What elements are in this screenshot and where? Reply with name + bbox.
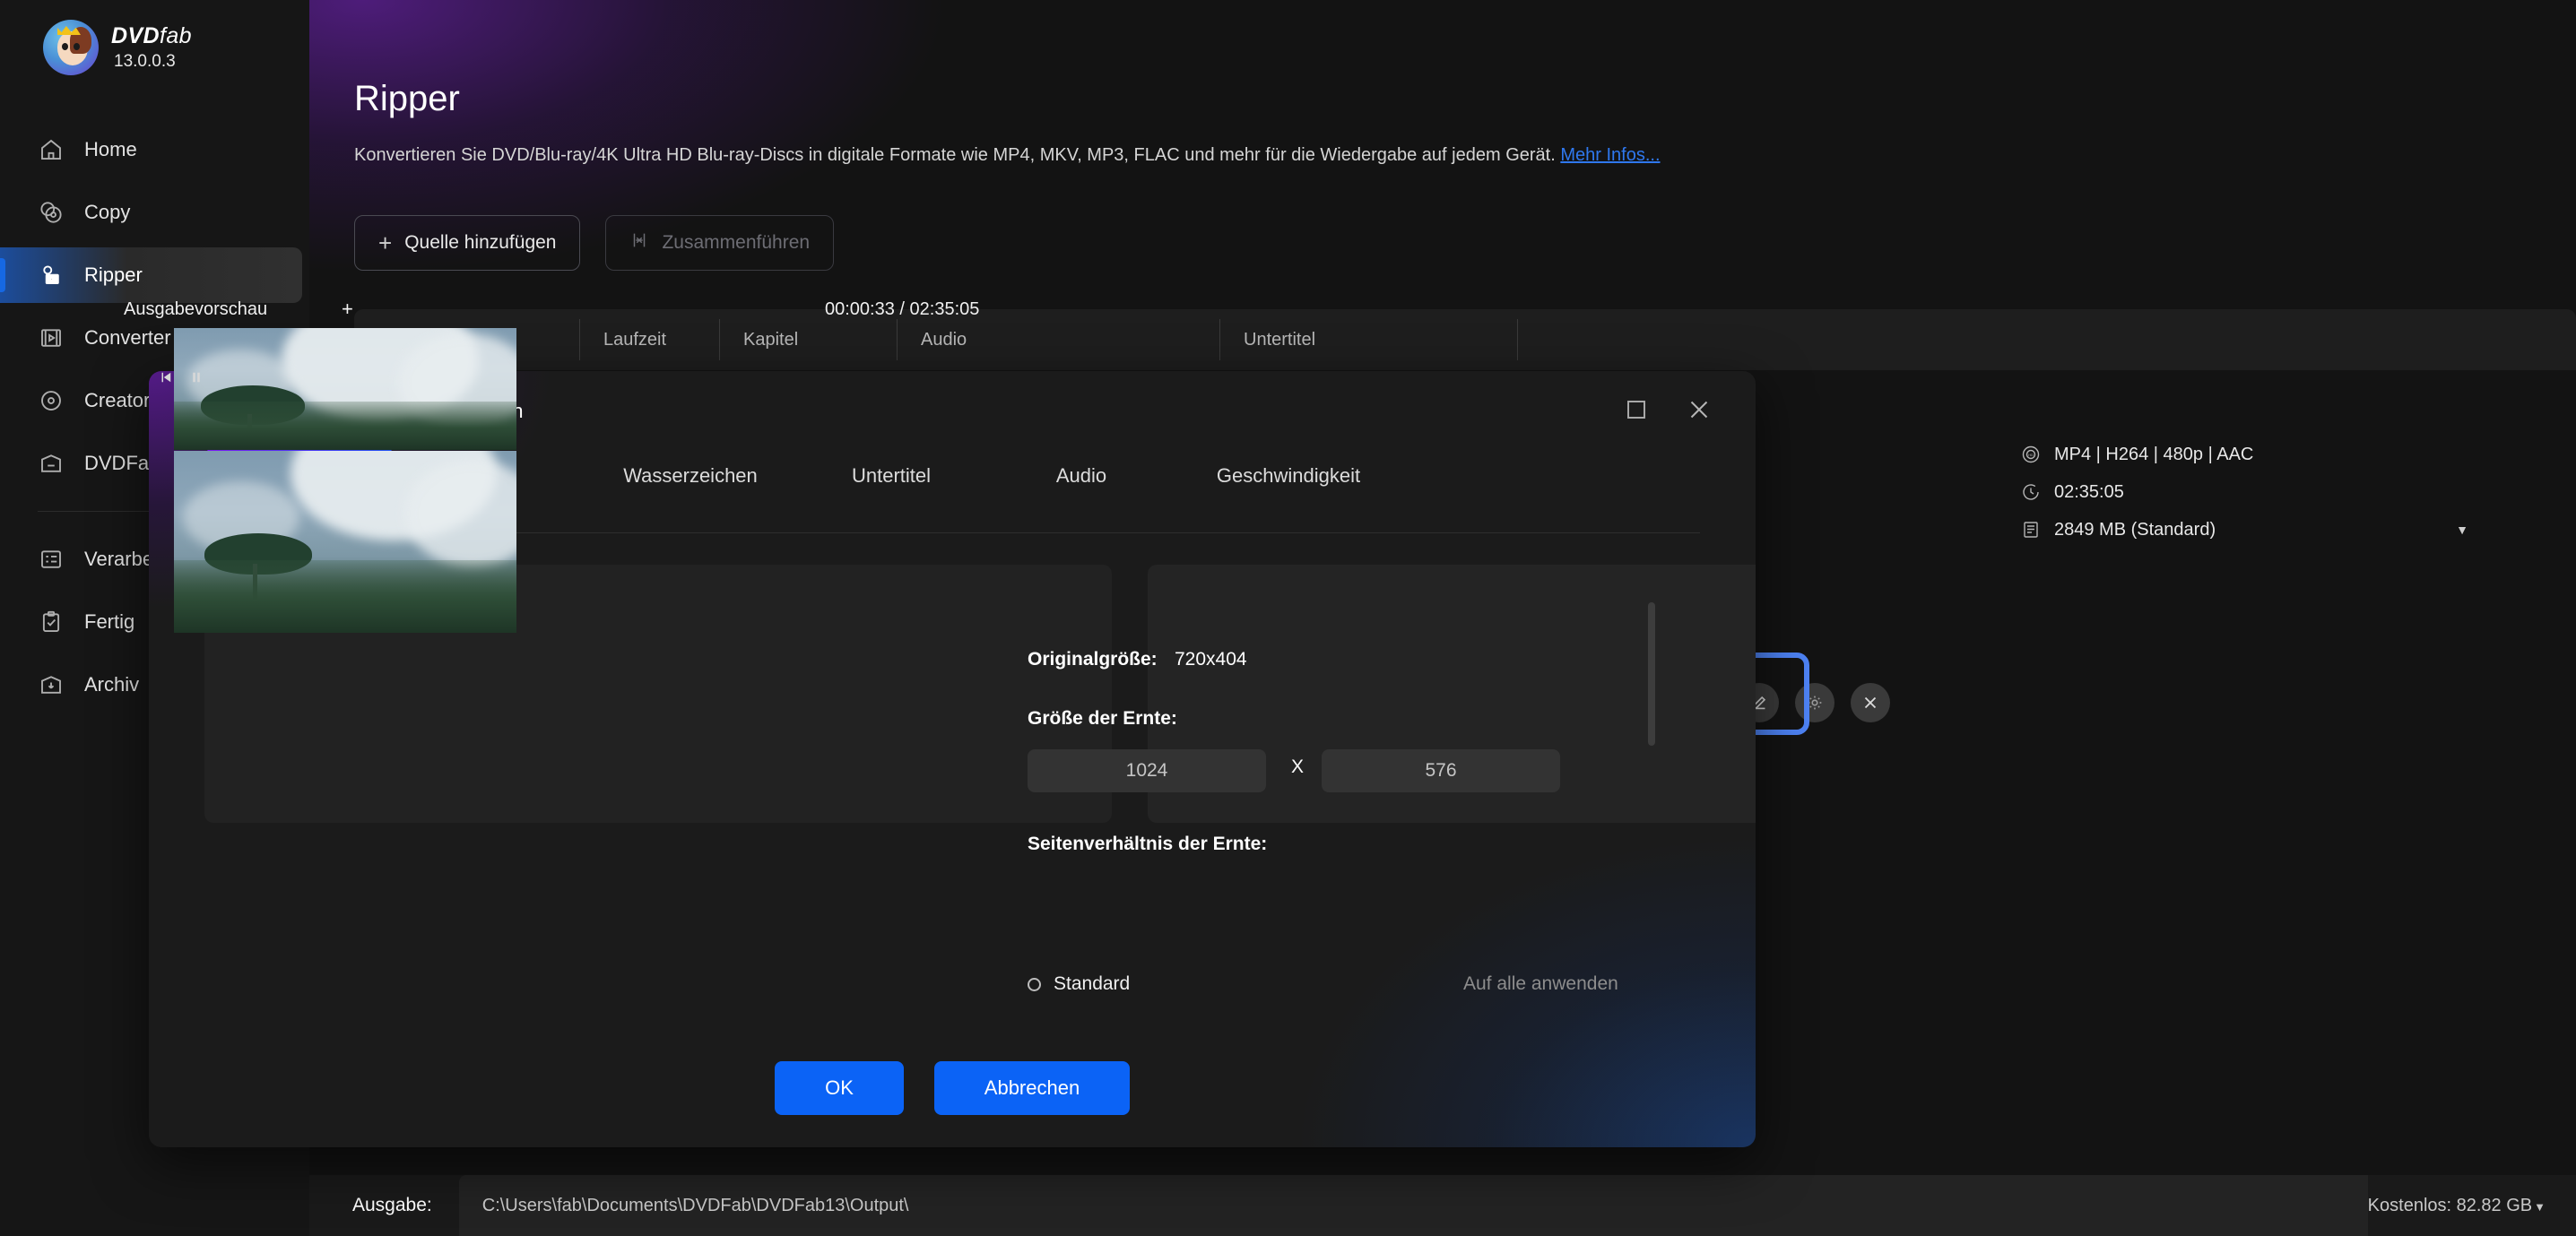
pause-icon[interactable] [188, 369, 204, 390]
disc-copy-icon [38, 199, 65, 226]
brand-block: DVDfab 13.0.0.3 [0, 0, 309, 75]
free-space-indicator[interactable]: Kostenlos: 82.82 GB ▼ [2368, 1196, 2546, 1216]
crop-aspect-label: Seitenverhältnis der Ernte: [1028, 834, 1268, 854]
clock-icon [2020, 481, 2042, 503]
free-space-text: Kostenlos: 82.82 GB [2367, 1195, 2533, 1215]
page-description: Konvertieren Sie DVD/Blu-ray/4K Ultra HD… [354, 145, 1661, 166]
archive-icon [38, 671, 65, 698]
sidebar-item-label: Converter [84, 326, 171, 349]
maximize-icon [1627, 401, 1645, 419]
crop-height-input[interactable]: 576 [1322, 749, 1560, 792]
ripper-icon [38, 262, 65, 289]
svg-text:HD: HD [2028, 453, 2034, 457]
plus-icon: + [378, 229, 393, 256]
dvdfab-application-window: DVDfab 13.0.0.3 Home Copy Ripper Convert… [0, 0, 2576, 1236]
delete-close-icon[interactable] [1851, 683, 1890, 722]
home-icon [38, 136, 65, 163]
task-list-icon [38, 546, 65, 573]
chevron-down-icon[interactable]: ▼ [2456, 523, 2468, 537]
tab-wasserzeichen[interactable]: Wasserzeichen [585, 448, 796, 504]
app-version: 13.0.0.3 [114, 52, 176, 71]
disc-icon [38, 387, 65, 414]
dialog-footer: OK Abbrechen [149, 1061, 1756, 1115]
video-preview-frame-bottom[interactable] [174, 451, 516, 633]
file-size-icon [2020, 519, 2042, 540]
output-bar: Ausgabe: C:\Users\fab\Documents\DVDFab\D… [309, 1175, 2576, 1236]
add-source-label: Quelle hinzufügen [404, 232, 557, 253]
merge-button[interactable]: Zusammenführen [605, 215, 835, 271]
sidebar-item-ripper[interactable]: Ripper [0, 247, 302, 303]
radio-icon [1028, 977, 1041, 991]
apply-to-all-button[interactable]: Auf alle anwenden [1463, 973, 1618, 995]
more-info-link[interactable]: Mehr Infos... [1560, 145, 1660, 165]
add-source-button[interactable]: + Quelle hinzufügen [354, 215, 581, 271]
column-header-laufzeit[interactable]: Laufzeit [579, 319, 720, 360]
preview-timecode: 00:00:33 / 02:35:05 [825, 299, 980, 319]
tab-geschwindigkeit[interactable]: Geschwindigkeit [1176, 448, 1401, 504]
sidebar-item-label: Fertig [84, 610, 135, 633]
page-description-text: Konvertieren Sie DVD/Blu-ray/4K Ultra HD… [354, 145, 1556, 165]
box-icon [38, 450, 65, 477]
brand-name: DVDfab [111, 23, 192, 48]
tab-audio[interactable]: Audio [986, 448, 1176, 504]
video-preview-frame-top[interactable] [174, 328, 516, 450]
file-duration-value: 02:35:05 [2054, 481, 2124, 502]
preview-label: Ausgabevorschau [124, 299, 268, 319]
sidebar-item-label: Archiv [84, 673, 140, 696]
tab-untertitel[interactable]: Untertitel [796, 448, 986, 504]
crop-width-input[interactable]: 1024 [1028, 749, 1266, 792]
sidebar-item-home[interactable]: Home [0, 122, 302, 177]
maximize-button[interactable] [1623, 396, 1650, 423]
film-icon [38, 324, 65, 351]
page-title: Ripper [354, 79, 460, 118]
chevron-down-icon[interactable]: ▼ [2534, 1200, 2546, 1214]
dialog-window-controls [1623, 396, 1713, 423]
output-path-field[interactable]: C:\Users\fab\Documents\DVDFab\DVDFab13\O… [458, 1175, 2368, 1236]
sidebar-item-label: Ripper [84, 264, 143, 286]
file-size-row[interactable]: 2849 MB (Standard) ▼ [2020, 519, 2522, 540]
ok-button[interactable]: OK [775, 1061, 904, 1115]
preview-playback-controls [158, 369, 204, 390]
title-table-header: Titel Laufzeit Kapitel Audio Untertitel [354, 309, 2576, 370]
file-format-value: MP4 | H264 | 480p | AAC [2054, 444, 2254, 464]
action-button-row: + Quelle hinzufügen Zusammenführen [354, 215, 835, 271]
column-header-untertitel[interactable]: Untertitel [1219, 319, 1518, 360]
file-duration-row: 02:35:05 [2020, 481, 2522, 503]
original-size-value: 720x404 [1175, 649, 1247, 670]
crop-size-separator: X [1291, 756, 1305, 777]
sidebar-item-copy[interactable]: Copy [0, 185, 302, 240]
dvdfab-logo-icon [43, 20, 99, 75]
original-size-label: Originalgröße: [1028, 649, 1158, 670]
previous-frame-icon[interactable] [158, 369, 174, 390]
close-icon [1687, 398, 1711, 421]
sidebar-item-label: Creator [84, 389, 151, 411]
close-dialog-button[interactable] [1686, 396, 1713, 423]
merge-icon [629, 230, 649, 255]
crop-crosshair-icon: + [342, 298, 353, 320]
output-label: Ausgabe: [352, 1195, 432, 1215]
file-size-value: 2849 MB (Standard) [2054, 519, 2216, 540]
video-format-icon: HD [2020, 444, 2042, 465]
sidebar-item-label: Home [84, 138, 137, 160]
clipboard-check-icon [38, 609, 65, 635]
cancel-button[interactable]: Abbrechen [934, 1061, 1130, 1115]
aspect-standard-label: Standard [1054, 973, 1131, 994]
row-action-icons [1739, 683, 1890, 722]
file-info-panel: HD MP4 | H264 | 480p | AAC 02:35:05 2849… [2020, 444, 2522, 557]
column-header-kapitel[interactable]: Kapitel [719, 319, 898, 360]
sidebar-item-label: Copy [84, 201, 131, 223]
settings-gear-icon[interactable] [1795, 683, 1834, 722]
crop-size-label: Größe der Ernte: [1028, 708, 1177, 729]
file-format-row: HD MP4 | H264 | 480p | AAC [2020, 444, 2522, 465]
merge-label: Zusammenführen [662, 232, 811, 253]
aspect-standard-radio[interactable]: Standard [1028, 973, 1130, 995]
column-header-audio[interactable]: Audio [897, 319, 1220, 360]
crop-panel-scrollbar[interactable] [1648, 602, 1655, 746]
